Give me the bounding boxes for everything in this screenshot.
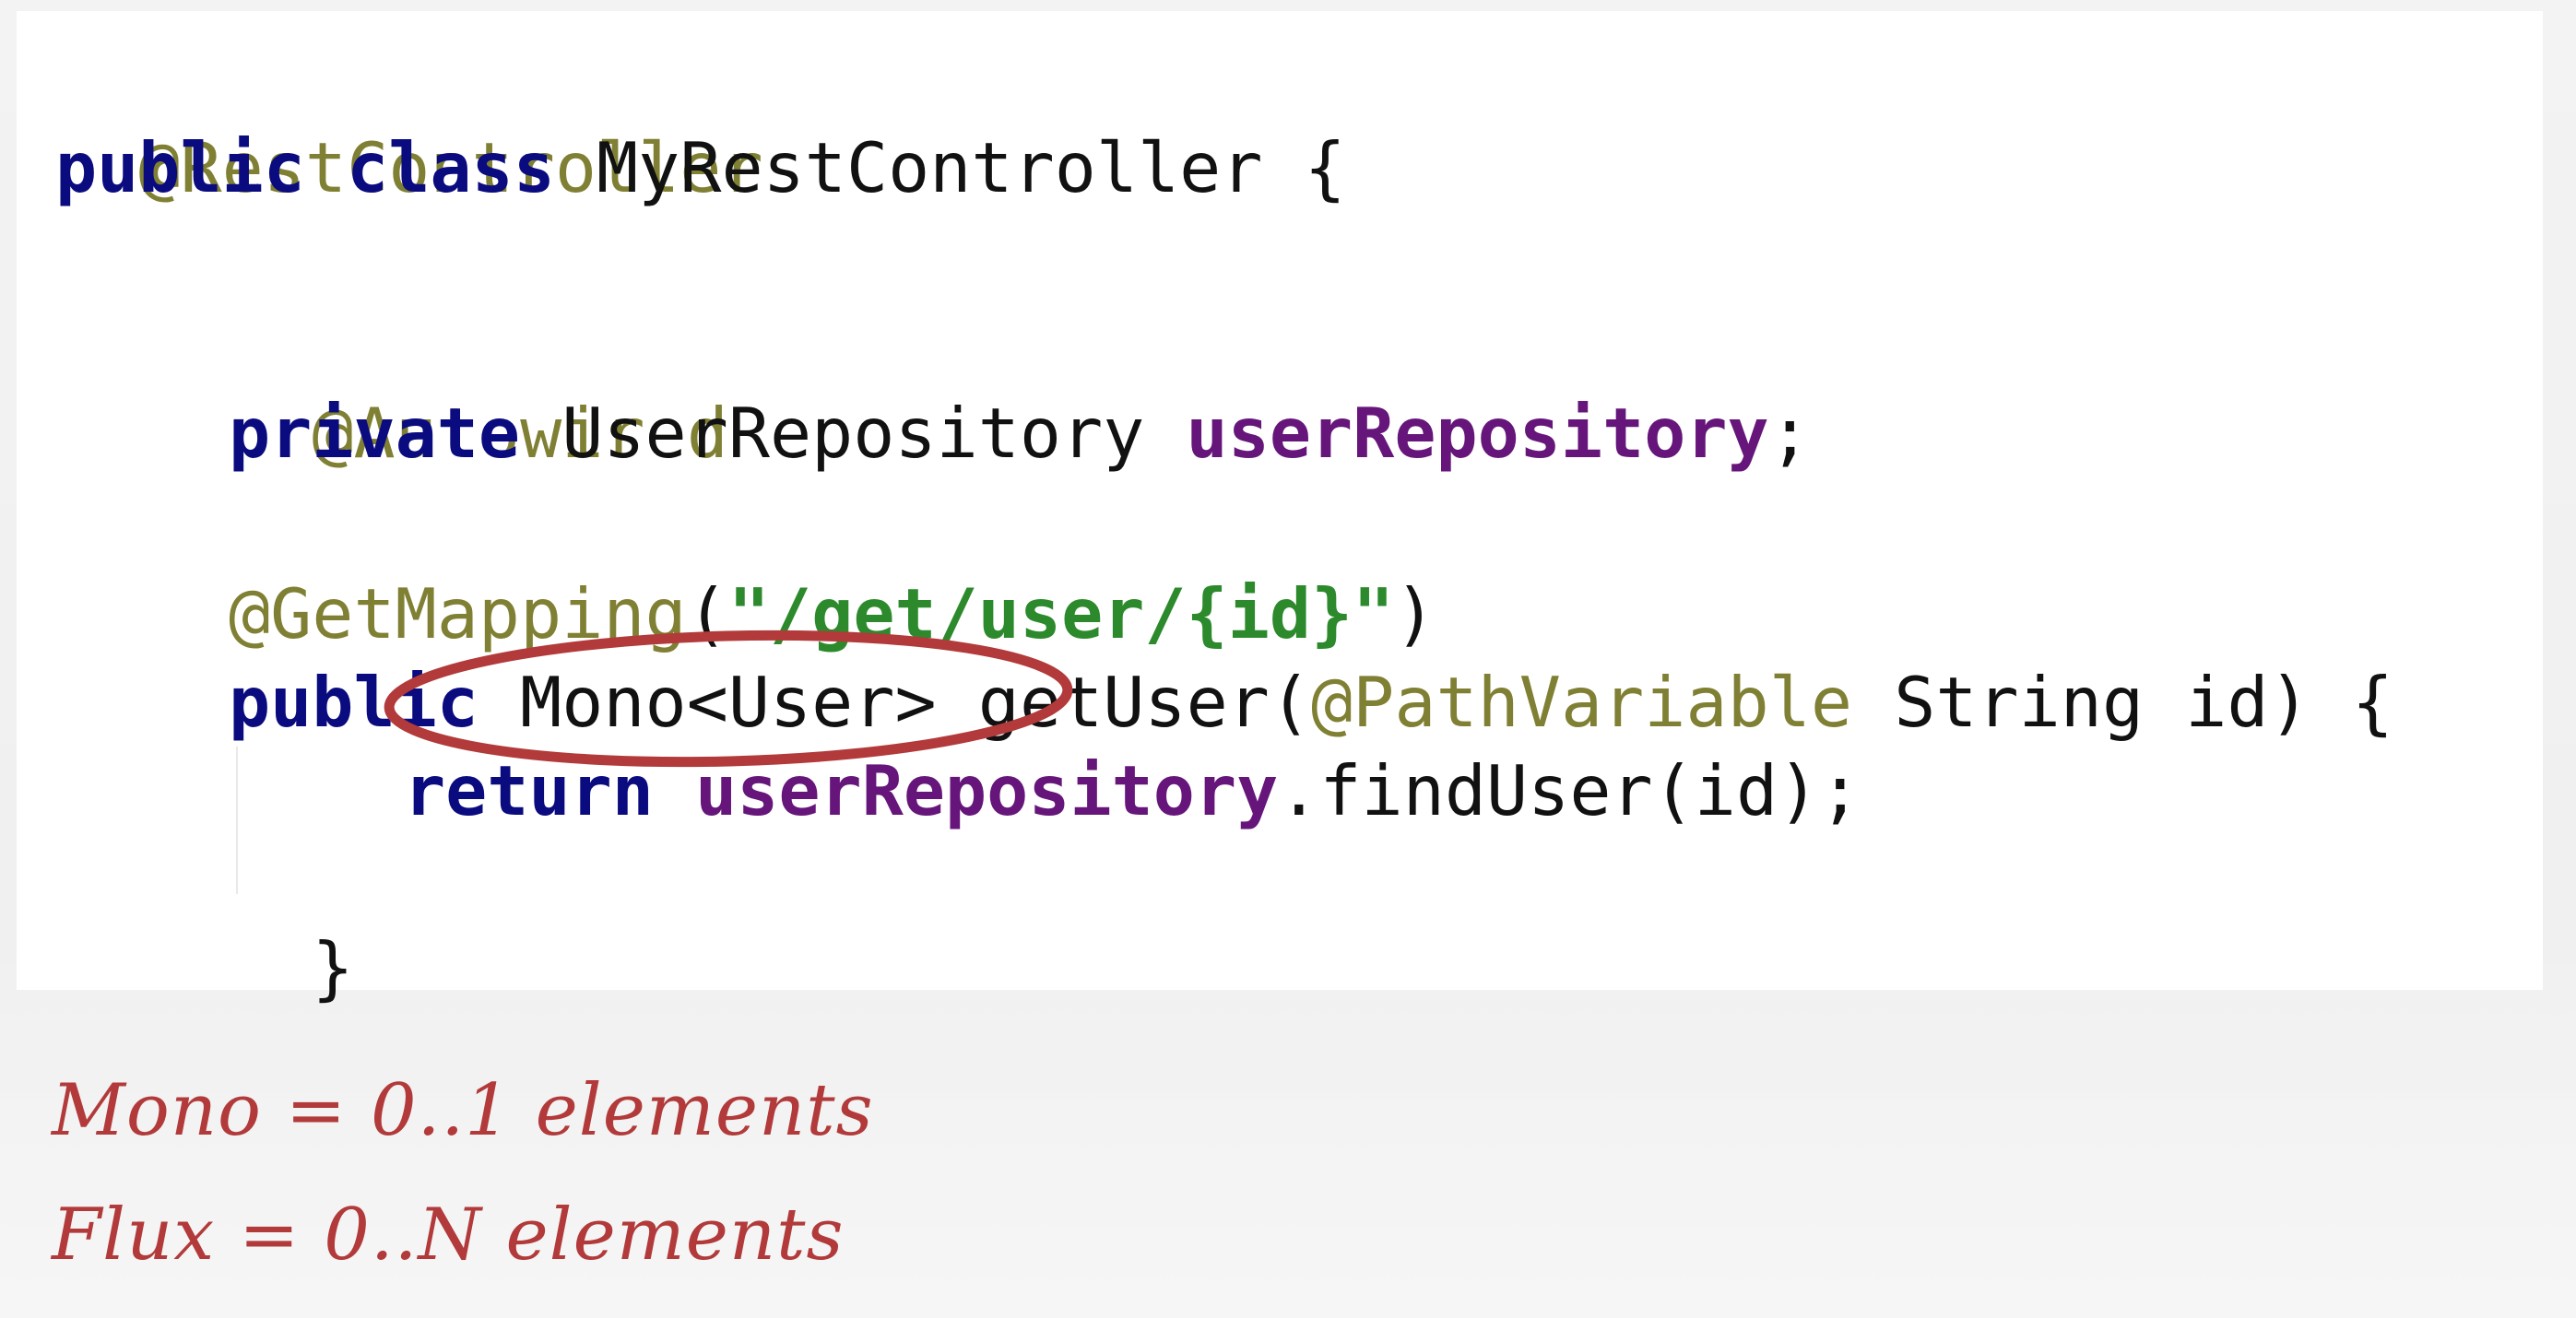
- keyword-return: return: [404, 750, 654, 831]
- return-type: Mono<User>: [520, 662, 937, 743]
- annotation-pathvariable: @PathVariable: [1311, 662, 1853, 743]
- code-line-10: }: [229, 835, 353, 1008]
- code-line-8: public Mono<User> getUser(@PathVariable …: [229, 658, 2393, 747]
- field-type: UserRepository: [561, 393, 1145, 474]
- note-mono: Mono = 0..1 elements: [52, 1069, 874, 1152]
- keyword-public: public: [55, 127, 305, 208]
- mapping-path-string: "/get/user/{id}": [727, 573, 1395, 654]
- note-flux: Flux = 0..N elements: [52, 1194, 845, 1277]
- method-parameter: String id) {: [1894, 662, 2394, 743]
- code-line-2: public class MyRestController {: [55, 124, 1346, 212]
- open-paren: (: [686, 573, 728, 654]
- class-name: MyRestController: [597, 127, 1263, 208]
- code-line-5: private UserRepository userRepository;: [229, 389, 1811, 477]
- field-reference: userRepository: [695, 750, 1279, 831]
- code-line-1: @RestController: [55, 35, 762, 208]
- close-brace: }: [312, 927, 354, 1008]
- open-brace: {: [1304, 127, 1346, 208]
- code-line-4: @Autowired: [229, 300, 728, 474]
- semicolon: ;: [1768, 393, 1811, 474]
- keyword-class: class: [347, 127, 555, 208]
- close-paren: ): [1394, 573, 1436, 654]
- method-name: getUser(: [977, 662, 1312, 743]
- method-call: .findUser(id);: [1278, 750, 1861, 831]
- field-name: userRepository: [1186, 393, 1769, 474]
- code-line-7: @GetMapping("/get/user/{id}"): [229, 570, 1436, 658]
- keyword-public: public: [229, 662, 479, 743]
- annotation-getmapping: @GetMapping: [229, 573, 687, 654]
- keyword-private: private: [229, 393, 521, 474]
- code-line-9: return userRepository.findUser(id);: [404, 747, 1861, 835]
